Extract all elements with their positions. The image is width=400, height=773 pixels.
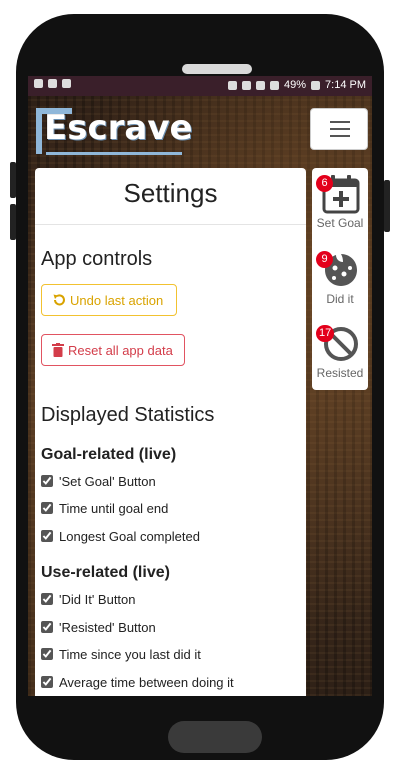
side-item-label: Set Goal — [316, 216, 364, 230]
power-button[interactable] — [384, 180, 390, 232]
average-time-between-checkbox[interactable] — [41, 676, 53, 688]
alarm-icon — [242, 80, 251, 90]
page-title: Settings — [123, 178, 218, 208]
side-item-label: Resisted — [316, 366, 364, 380]
reset-app-data-button[interactable]: Reset all app data — [41, 334, 185, 366]
undo-label: Undo last action — [70, 292, 164, 308]
side-item-resisted[interactable]: 17 Resisted — [312, 318, 368, 390]
use-related-heading: Use-related (live) — [41, 564, 170, 581]
checkbox-row[interactable]: Time since you last did it — [41, 645, 201, 663]
checkbox-row[interactable]: 'Set Goal' Button — [41, 472, 156, 490]
checkbox-row[interactable]: Time until goal end — [41, 499, 168, 517]
clock: 7:14 PM — [325, 79, 366, 91]
side-item-label: Did it — [326, 292, 354, 306]
app-logo[interactable]: Escrave — [36, 104, 193, 155]
undo-last-action-button[interactable]: Undo last action — [41, 284, 177, 316]
set-goal-button-checkbox[interactable] — [41, 475, 53, 487]
side-item-set-goal[interactable]: 6 Set Goal — [312, 168, 368, 240]
app-controls-heading: App controls — [41, 248, 153, 270]
side-nav: 6 Set Goal 9 Did it 17 Resisted — [312, 168, 368, 390]
did-it-badge: 9 — [316, 251, 333, 268]
checkbox-label: Time since you last did it — [59, 646, 201, 662]
time-since-last-did-checkbox[interactable] — [41, 648, 53, 660]
battery-percent: 49% — [284, 79, 307, 91]
home-button[interactable] — [168, 721, 262, 753]
title-divider — [35, 224, 306, 225]
volume-down-button[interactable] — [10, 204, 16, 240]
checkbox-row[interactable]: Longest Goal completed — [41, 527, 200, 545]
set-goal-badge: 6 — [316, 175, 333, 192]
resisted-badge: 17 — [316, 325, 335, 342]
resisted-button-checkbox[interactable] — [41, 621, 53, 633]
checkbox-row[interactable]: 'Did It' Button — [41, 590, 136, 608]
checkbox-label: Time until goal end — [59, 500, 169, 516]
displayed-statistics-heading: Displayed Statistics — [41, 404, 215, 426]
reset-label: Reset all app data — [68, 342, 173, 358]
trash-icon — [52, 343, 64, 357]
status-bar: 49% 7:14 PM — [28, 76, 372, 96]
goal-related-heading: Goal-related (live) — [41, 446, 177, 463]
mute-icon — [228, 80, 237, 90]
checkbox-label: 'Resisted' Button — [59, 619, 156, 635]
volume-up-button[interactable] — [10, 162, 16, 198]
logo-text: Escrave — [44, 108, 193, 148]
undo-icon — [53, 294, 65, 306]
did-it-button-checkbox[interactable] — [41, 593, 53, 605]
settings-card: Settings App controls Undo last action R… — [35, 168, 306, 696]
hamburger-icon — [330, 121, 350, 123]
play-store-icon — [62, 79, 71, 88]
time-until-goal-end-checkbox[interactable] — [41, 502, 53, 514]
app-screen: 49% 7:14 PM Escrave 6 Set Goal 9 Did it … — [28, 76, 372, 696]
longest-goal-completed-checkbox[interactable] — [41, 530, 53, 542]
side-item-did-it[interactable]: 9 Did it — [312, 244, 368, 316]
wifi-icon — [256, 80, 265, 90]
checkbox-label: 'Set Goal' Button — [59, 473, 156, 489]
image-icon — [48, 79, 57, 88]
signal-icon — [270, 80, 279, 90]
speaker-grille — [182, 64, 252, 74]
checkbox-row[interactable]: Average time between doing it — [41, 673, 234, 691]
checkbox-label: Average time between doing it — [59, 674, 234, 690]
battery-icon — [311, 80, 321, 90]
checkbox-row[interactable]: 'Resisted' Button — [41, 618, 156, 636]
checkbox-label: Longest Goal completed — [59, 528, 200, 544]
cloud-icon — [34, 79, 43, 88]
hamburger-menu-button[interactable] — [310, 108, 368, 150]
checkbox-label: 'Did It' Button — [59, 591, 136, 607]
